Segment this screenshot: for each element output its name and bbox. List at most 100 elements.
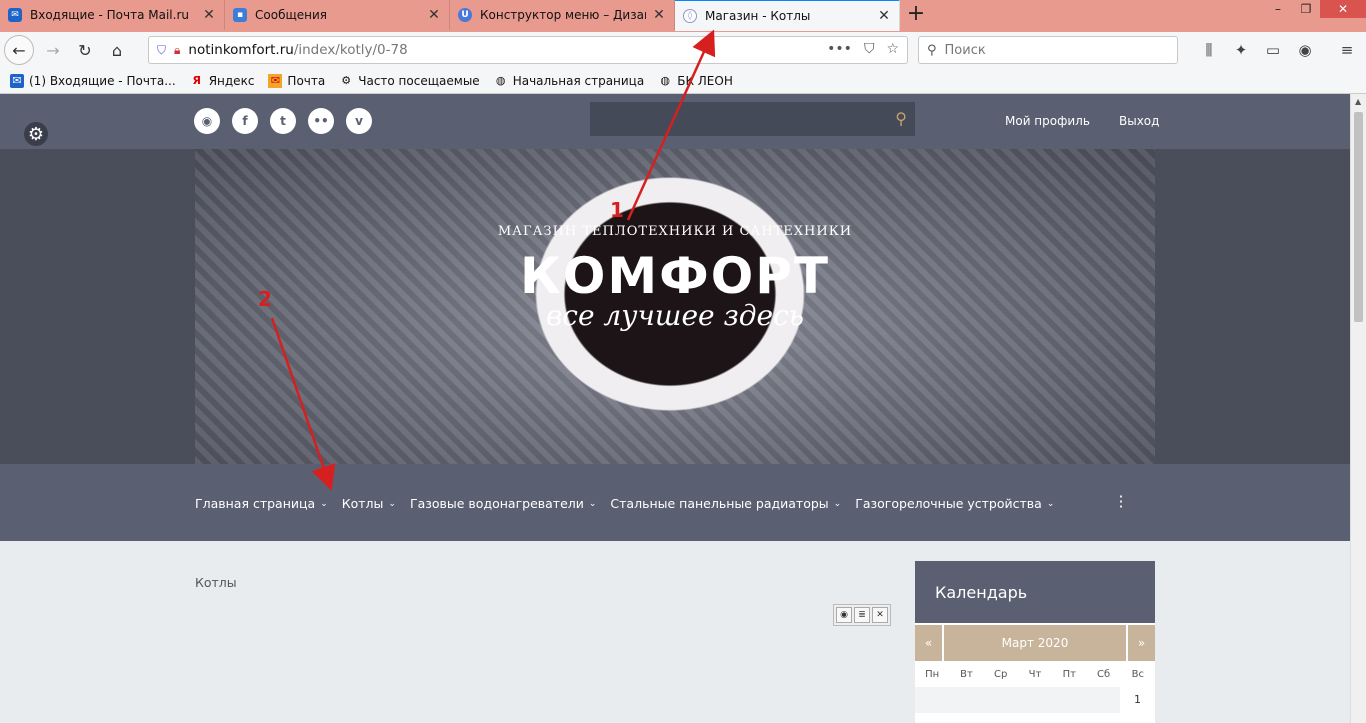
page-scrollbar[interactable]: ▲ xyxy=(1350,94,1366,723)
flickr-icon[interactable]: •• xyxy=(308,108,334,134)
calendar-prev-button[interactable]: « xyxy=(915,625,942,661)
menu-icon[interactable]: ≡ xyxy=(1338,41,1356,59)
bookmark-frequent[interactable]: ⚙ Часто посещаемые xyxy=(339,74,479,88)
window-close-icon[interactable]: ✕ xyxy=(1320,0,1366,18)
page-actions-icon[interactable]: ••• xyxy=(827,41,852,57)
search-input[interactable]: ⚲ Поиск xyxy=(918,36,1178,64)
bookmark-label: (1) Входящие - Почта... xyxy=(29,73,176,88)
menu-item-label: Стальные панельные радиаторы xyxy=(610,496,829,511)
menu-item-water-heaters[interactable]: Газовые водонагреватели ⌄ xyxy=(410,496,596,511)
calendar-day[interactable]: 1 xyxy=(1120,693,1155,706)
calendar-title: Календарь xyxy=(915,561,1155,623)
reload-button[interactable]: ↻ xyxy=(70,35,100,65)
search-placeholder: Поиск xyxy=(944,42,986,58)
bookmark-star-icon[interactable]: ☆ xyxy=(886,41,899,57)
pocket-icon[interactable]: ⛉ xyxy=(864,41,875,57)
menu-item-home[interactable]: Главная страница ⌄ xyxy=(195,496,328,511)
twitter-icon[interactable]: t xyxy=(270,108,296,134)
view-icon[interactable]: ◉ xyxy=(836,607,852,623)
bookmark-label: Яндекс xyxy=(208,73,255,88)
main-menu: Главная страница ⌄ Котлы ⌄ Газовые водонаг… xyxy=(0,464,1350,541)
account-icon[interactable]: ◉ xyxy=(1296,41,1314,59)
window-controls: – ❐ ✕ xyxy=(1264,0,1366,20)
tracking-shield-icon[interactable]: ⛉ xyxy=(157,43,166,58)
bookmark-label: Часто посещаемые xyxy=(358,73,480,88)
bookmark-mail[interactable]: ✉ (1) Входящие - Почта... xyxy=(10,73,176,88)
menu-item-label: Газогорелочные устройства xyxy=(855,496,1042,511)
chevron-down-icon: ⌄ xyxy=(1046,498,1055,509)
yandex-icon: Я xyxy=(192,74,201,87)
edit-icon[interactable]: ≣ xyxy=(854,607,870,623)
chevron-down-icon: ⌄ xyxy=(833,498,842,509)
maximize-icon[interactable]: ❐ xyxy=(1292,0,1320,18)
bookmark-pochta[interactable]: ✉ Почта xyxy=(268,73,326,88)
back-button[interactable]: ← xyxy=(4,35,34,65)
minimize-icon[interactable]: – xyxy=(1264,0,1292,18)
home-button[interactable]: ⌂ xyxy=(102,35,132,65)
gear-icon: ⚙ xyxy=(341,74,352,87)
logout-link[interactable]: Выход xyxy=(1119,114,1159,128)
weekday: Ср xyxy=(994,669,1008,680)
calendar-next-button[interactable]: » xyxy=(1128,625,1155,661)
url-path: /index/kotly/0-78 xyxy=(293,42,408,58)
bookmark-start-page[interactable]: ◍ Начальная страница xyxy=(494,74,644,88)
tab-label: Магазин - Котлы xyxy=(705,9,811,23)
search-icon: ⚲ xyxy=(927,42,937,58)
vimeo-icon[interactable]: v xyxy=(346,108,372,134)
delete-icon[interactable]: ✕ xyxy=(872,607,888,623)
sidebar-icon[interactable]: ▭ xyxy=(1264,41,1282,59)
search-icon[interactable]: ⚲ xyxy=(895,109,907,128)
site-search-input[interactable]: ⚲ xyxy=(590,102,915,136)
globe-icon: ◍ xyxy=(495,74,506,87)
toolbar-icons: ⫼ ✦ ▭ ◉ ≡ xyxy=(1200,41,1356,59)
tab-menu-builder[interactable]: U Конструктор меню – Дизайн - ✕ xyxy=(450,0,675,30)
annotation-marker-1: 1 xyxy=(610,198,624,222)
mail-envelope-icon: ✉ xyxy=(268,73,283,88)
calendar-month[interactable]: Март 2020 xyxy=(944,625,1126,661)
calendar-empty-cells xyxy=(915,687,1120,713)
site-top-bar: ⚙ ◉ f t •• v ⚲ Мой профиль Выход xyxy=(0,94,1350,149)
chat-icon: ▪ xyxy=(233,8,247,22)
mail-icon: ✉ xyxy=(8,8,22,22)
bookmark-bk-leon[interactable]: ◍ БК ЛЕОН xyxy=(658,74,732,88)
hero-slogan: все лучшее здесь xyxy=(545,299,804,332)
calendar-widget: Календарь « Март 2020 » Пн Вт Ср Чт Пт С… xyxy=(915,561,1155,723)
settings-gear-icon[interactable]: ⚙ xyxy=(24,122,48,146)
close-icon[interactable]: ✕ xyxy=(652,7,666,23)
hero-title: КОМФОРТ xyxy=(520,247,830,305)
menu-item-label: Котлы xyxy=(341,496,384,511)
extension-icon[interactable]: ✦ xyxy=(1232,41,1250,59)
close-icon[interactable]: ✕ xyxy=(202,7,216,23)
menu-item-radiators[interactable]: Стальные панельные радиаторы ⌄ xyxy=(610,496,841,511)
social-links: ◉ f t •• v xyxy=(194,108,372,134)
close-icon[interactable]: ✕ xyxy=(427,7,441,23)
rss-icon[interactable]: ◉ xyxy=(194,108,220,134)
weekday: Пт xyxy=(1062,669,1076,680)
menu-item-kotly[interactable]: Котлы ⌄ xyxy=(342,496,396,511)
weekday: Чт xyxy=(1028,669,1042,680)
facebook-icon[interactable]: f xyxy=(232,108,258,134)
bookmark-label: Почта xyxy=(287,73,326,88)
ucoz-icon: U xyxy=(458,8,472,22)
address-bar[interactable]: ⛉ 🔒︎ notinkomfort.ru/index/kotly/0-78 ••… xyxy=(148,36,908,64)
tab-mail[interactable]: ✉ Входящие - Почта Mail.ru ✕ xyxy=(0,0,225,30)
tab-messages[interactable]: ▪ Сообщения ✕ xyxy=(225,0,450,30)
scroll-up-icon[interactable]: ▲ xyxy=(1355,97,1361,106)
more-menu-icon[interactable]: · · · xyxy=(1114,489,1128,515)
menu-item-label: Главная страница xyxy=(195,496,316,511)
calendar-weekdays: Пн Вт Ср Чт Пт Сб Вс xyxy=(915,669,1155,680)
scrollbar-thumb[interactable] xyxy=(1354,112,1363,322)
new-tab-button[interactable]: + xyxy=(904,2,928,28)
globe-icon: ◍ xyxy=(660,74,671,87)
bookmark-yandex[interactable]: Я Яндекс xyxy=(190,73,255,88)
forward-button[interactable]: → xyxy=(38,35,68,65)
close-icon[interactable]: ✕ xyxy=(877,8,891,24)
tab-bar: ✉ Входящие - Почта Mail.ru ✕ ▪ Сообщения… xyxy=(0,0,1366,32)
tab-shop-kotly[interactable]: ◊ Магазин - Котлы ✕ xyxy=(675,0,900,31)
page-title: Котлы xyxy=(195,575,237,590)
profile-link[interactable]: Мой профиль xyxy=(1005,114,1090,128)
url-text[interactable]: notinkomfort.ru/index/kotly/0-78 xyxy=(188,42,407,58)
library-icon[interactable]: ⫼ xyxy=(1200,41,1218,59)
insecure-lock-icon[interactable]: 🔒︎ xyxy=(174,43,180,58)
menu-item-burners[interactable]: Газогорелочные устройства ⌄ xyxy=(855,496,1054,511)
